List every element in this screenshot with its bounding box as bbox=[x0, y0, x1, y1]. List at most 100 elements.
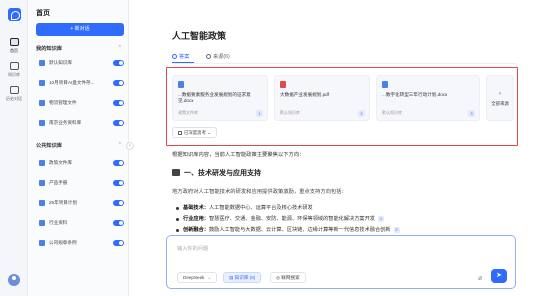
bullet-term: 基础技术： bbox=[183, 205, 209, 211]
rail-item-history[interactable]: 历史对话 bbox=[0, 86, 28, 102]
composer[interactable]: 输入你的问题 DeepSeek ⌄ ▤ 知识库 (6) ◎ 联网搜索 ⌀ ➤ bbox=[166, 235, 516, 289]
kb-toggle[interactable] bbox=[113, 120, 124, 126]
bullet-text: 人工智能数据中心、运算平台及核心技术研发 bbox=[208, 205, 313, 211]
source-name: ...数据要素服务业发展规划的征求意见.docx bbox=[178, 92, 251, 103]
tab-answer[interactable]: 答案 bbox=[172, 53, 189, 60]
bullet-text: 鼓励人工智能与大数据、云计算、区块链、边缘计算等新一代信息技术融合创新 bbox=[208, 227, 391, 233]
rail-item-label: 首页 bbox=[10, 48, 18, 53]
chevron-right-icon: › bbox=[499, 91, 501, 97]
section-heading: 一、技术研发与应用支持 bbox=[172, 168, 261, 178]
chevron-up-icon: ⌃ bbox=[117, 142, 122, 148]
kb-item[interactable]: 默认知识库 bbox=[39, 58, 124, 68]
kb-item[interactable]: 公司规章条例 bbox=[39, 238, 124, 248]
model-label: DeepSeek bbox=[183, 275, 205, 280]
kb-toggle[interactable] bbox=[113, 80, 124, 86]
kb-chip-label: 知识库 (6) bbox=[234, 275, 256, 280]
bullet-text: 智慧医疗、交通、金融、安防、能源、环保等领域的智能化解决方案开发 bbox=[208, 216, 375, 222]
source-card[interactable]: 大数据产业发展规划.pdf 默认知识库 2 bbox=[274, 75, 370, 121]
tab-sources[interactable]: 来源(6) bbox=[206, 53, 230, 60]
chevron-up-icon: ⌃ bbox=[117, 45, 122, 51]
folder-icon bbox=[39, 60, 45, 66]
kb-toggle[interactable] bbox=[113, 180, 124, 186]
grid-icon bbox=[178, 131, 182, 135]
folder-icon bbox=[39, 100, 45, 106]
all-sources-button[interactable]: › 全部来源 bbox=[486, 75, 514, 121]
new-chat-button[interactable]: + 新对话 bbox=[36, 23, 124, 36]
kb-item[interactable]: 产品手册 bbox=[39, 178, 124, 188]
list-item: 基础技术：人工智能数据中心、运算平台及核心技术研发 bbox=[176, 204, 516, 215]
kb-item-label: 行业资料 bbox=[49, 220, 68, 225]
rail-item-kb[interactable]: 知识库 bbox=[0, 62, 28, 78]
sidebar: 首页 + 新对话 我的知识库 ⌃ 默认知识库 10月项目AI盘文件存... 物流… bbox=[29, 0, 129, 296]
kb-item-label: 政策文件库 bbox=[49, 160, 72, 165]
source-card[interactable]: ...数据要素服务业发展规划的征求意见.docx 政策文件库 1 bbox=[172, 75, 268, 121]
clock-icon bbox=[9, 86, 19, 94]
attach-icon[interactable]: ⌀ bbox=[478, 274, 482, 282]
avatar[interactable] bbox=[8, 274, 20, 286]
bullet-term: 行业应用： bbox=[183, 216, 209, 222]
doc-file-icon bbox=[178, 81, 184, 88]
question-input[interactable]: 输入你的问题 bbox=[177, 245, 208, 252]
book-icon bbox=[9, 62, 19, 70]
thinking-label: 已深度思考 bbox=[184, 130, 206, 135]
folder-icon bbox=[39, 240, 45, 246]
source-index: 2 bbox=[358, 110, 365, 117]
clapper-icon bbox=[172, 169, 180, 176]
kb-toggle[interactable] bbox=[113, 100, 124, 106]
kb-toggle[interactable] bbox=[113, 240, 124, 246]
source-index: 3 bbox=[468, 110, 475, 117]
chevron-down-icon: ⌄ bbox=[207, 130, 211, 135]
section-paragraph: 地方政府对人工智能技术的研发和应用提供政策激励，重点支持方向包括： bbox=[172, 189, 347, 195]
all-sources-label: 全部来源 bbox=[491, 101, 509, 106]
source-meta: 政策文件库 bbox=[178, 110, 198, 115]
kb-item[interactable]: 行业资料 bbox=[39, 218, 124, 228]
answer-icon bbox=[172, 54, 177, 59]
folder-icon bbox=[39, 120, 45, 126]
source-name: 大数据产业发展规划.pdf bbox=[280, 92, 330, 97]
folder-icon bbox=[39, 160, 45, 166]
list-item: 行业应用：智慧医疗、交通、金融、安防、能源、环保等领域的智能化解决方案开发 1 bbox=[176, 215, 516, 226]
rail-item-home[interactable]: 首页 bbox=[0, 38, 28, 54]
pdf-file-icon bbox=[280, 81, 286, 88]
chat-icon bbox=[9, 38, 19, 46]
kb-item[interactable]: 25年项目计划 bbox=[39, 198, 124, 208]
page-title: 人工智能政策 bbox=[172, 31, 227, 41]
left-rail: 首页 知识库 历史对话 bbox=[0, 0, 28, 296]
source-name: ...数字化转型三年行动计划.docx bbox=[382, 92, 448, 97]
source-index: 1 bbox=[256, 110, 263, 117]
model-select[interactable]: DeepSeek ⌄ bbox=[177, 272, 218, 283]
kb-item[interactable]: 物流管理文件 bbox=[39, 98, 124, 108]
kb-item[interactable]: 政策文件库 bbox=[39, 158, 124, 168]
sources-panel: ...数据要素服务业发展规划的征求意见.docx 政策文件库 1 大数据产业发展… bbox=[166, 67, 518, 146]
my-kb-group[interactable]: 我的知识库 ⌃ bbox=[36, 45, 124, 52]
citation-badge[interactable]: 2 bbox=[393, 227, 400, 233]
kb-toggle[interactable] bbox=[113, 200, 124, 206]
rail-item-label: 历史对话 bbox=[6, 96, 22, 101]
citation-badge[interactable]: 1 bbox=[377, 216, 384, 222]
kb-toggle[interactable] bbox=[113, 60, 124, 66]
folder-icon bbox=[39, 180, 45, 186]
source-meta: 默认知识库 bbox=[280, 110, 300, 115]
folder-icon bbox=[39, 220, 45, 226]
kb-item-label: 物流管理文件 bbox=[49, 100, 77, 105]
answer-intro: 根据知识库内容，当前人工智能政策主要聚焦以下方向： bbox=[172, 152, 305, 158]
folder-icon bbox=[39, 200, 45, 206]
web-search-chip[interactable]: ◎ 联网搜索 bbox=[270, 272, 306, 283]
send-button[interactable]: ➤ bbox=[491, 269, 507, 283]
sidebar-title: 首页 bbox=[36, 10, 50, 17]
public-kb-group[interactable]: 公共知识库 ⌃ bbox=[36, 142, 124, 149]
rail-item-label: 知识库 bbox=[8, 72, 20, 77]
thinking-toggle[interactable]: 已深度思考 ⌄ bbox=[172, 127, 217, 138]
source-card[interactable]: ...数字化转型三年行动计划.docx 默认知识库 3 bbox=[376, 75, 480, 121]
app-logo-icon bbox=[8, 8, 21, 21]
kb-item-label: 南京业务资料库 bbox=[49, 120, 82, 125]
kb-item[interactable]: 10月项目AI盘文件存... bbox=[39, 78, 124, 88]
kb-item[interactable]: 南京业务资料库 bbox=[39, 118, 124, 128]
sidebar-collapse-button[interactable]: ‹ bbox=[126, 142, 134, 150]
kb-toggle[interactable] bbox=[113, 220, 124, 226]
tab-divider bbox=[172, 63, 517, 64]
kb-toggle[interactable] bbox=[113, 160, 124, 166]
bullet-list: 基础技术：人工智能数据中心、运算平台及核心技术研发 行业应用：智慧医疗、交通、金… bbox=[176, 204, 516, 237]
section-heading-text: 一、技术研发与应用支持 bbox=[184, 170, 261, 177]
kb-chip[interactable]: ▤ 知识库 (6) bbox=[223, 272, 262, 283]
